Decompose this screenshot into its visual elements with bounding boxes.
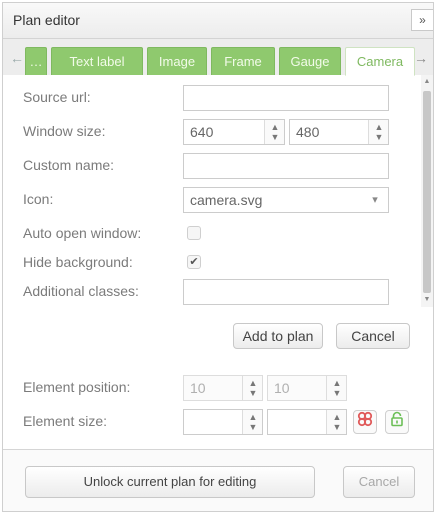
spin-up-icon[interactable]: ▲: [268, 122, 282, 132]
window-width-input[interactable]: 640 ▲ ▼: [183, 119, 285, 145]
panel-title: Plan editor: [13, 12, 80, 28]
tab-frame[interactable]: Frame: [211, 47, 275, 75]
icon-label: Icon:: [23, 191, 54, 207]
element-size-label: Element size:: [23, 413, 108, 429]
window-height-spinner[interactable]: ▲ ▼: [368, 120, 388, 144]
element-x-value: 10: [190, 380, 206, 396]
window-height-input[interactable]: 480 ▲ ▼: [289, 119, 389, 145]
source-url-label: Source url:: [23, 89, 91, 105]
scroll-down-icon[interactable]: ▼: [422, 295, 432, 305]
footer-cancel-button[interactable]: Cancel: [343, 466, 415, 498]
element-width-spinner[interactable]: ▲ ▼: [242, 410, 262, 434]
spin-up-icon[interactable]: ▲: [330, 412, 344, 422]
custom-name-label: Custom name:: [23, 157, 115, 173]
window-size-label: Window size:: [23, 123, 106, 139]
tab-text-label[interactable]: Text label: [51, 47, 143, 75]
spin-down-icon[interactable]: ▼: [372, 132, 386, 142]
window-width-spinner[interactable]: ▲ ▼: [264, 120, 284, 144]
tab-image[interactable]: Image: [147, 47, 207, 75]
title-bar: Plan editor »: [3, 3, 433, 39]
spin-up-icon[interactable]: ▲: [372, 122, 386, 132]
footer: Unlock current plan for editing Cancel: [3, 449, 433, 511]
element-height-input[interactable]: ▲ ▼: [267, 409, 347, 435]
add-to-plan-button[interactable]: Add to plan: [233, 323, 323, 349]
spin-down-icon[interactable]: ▼: [330, 388, 344, 398]
spin-down-icon[interactable]: ▼: [330, 422, 344, 432]
spin-down-icon[interactable]: ▼: [246, 422, 260, 432]
chevron-down-icon[interactable]: ▾: [362, 188, 388, 212]
unlock-plan-button[interactable]: Unlock current plan for editing: [25, 466, 315, 498]
element-width-input[interactable]: ▲ ▼: [183, 409, 263, 435]
auto-open-window-checkbox[interactable]: [187, 226, 201, 240]
spin-up-icon[interactable]: ▲: [246, 412, 260, 422]
scroll-up-icon[interactable]: ▲: [422, 77, 432, 87]
tab-previous[interactable]: …: [25, 47, 47, 75]
source-url-input[interactable]: [183, 85, 389, 111]
additional-classes-label: Additional classes:: [23, 283, 139, 299]
tab-scroll-left-icon[interactable]: ←: [9, 49, 25, 67]
auto-open-window-label: Auto open window:: [23, 225, 142, 241]
spin-down-icon[interactable]: ▼: [246, 388, 260, 398]
element-position-label: Element position:: [23, 379, 131, 395]
tab-strip: ← … Text label Image Frame Gauge Camera …: [3, 39, 433, 76]
custom-name-input[interactable]: [183, 153, 389, 179]
plan-editor-panel: Plan editor » ← … Text label Image Frame…: [2, 2, 434, 512]
element-y-input[interactable]: 10 ▲ ▼: [267, 375, 347, 401]
spin-up-icon[interactable]: ▲: [246, 378, 260, 388]
element-x-spinner[interactable]: ▲ ▼: [242, 376, 262, 400]
lock-glyph: [391, 411, 403, 427]
icon-select-value: camera.svg: [190, 192, 263, 208]
scroll-thumb[interactable]: [423, 91, 431, 293]
hide-background-label: Hide background:: [23, 254, 133, 270]
lock-icon[interactable]: [385, 410, 409, 434]
element-x-input[interactable]: 10 ▲ ▼: [183, 375, 263, 401]
unlink-icon[interactable]: [353, 410, 377, 434]
spin-down-icon[interactable]: ▼: [268, 132, 282, 142]
tab-gauge[interactable]: Gauge: [279, 47, 341, 75]
cancel-button[interactable]: Cancel: [336, 323, 410, 349]
collapse-button[interactable]: »: [411, 9, 433, 31]
icon-select[interactable]: camera.svg ▾: [183, 187, 389, 213]
window-width-value: 640: [190, 124, 214, 140]
element-y-spinner[interactable]: ▲ ▼: [326, 376, 346, 400]
element-height-spinner[interactable]: ▲ ▼: [326, 410, 346, 434]
spin-up-icon[interactable]: ▲: [330, 378, 344, 388]
tab-scroll-right-icon[interactable]: →: [413, 49, 429, 67]
tab-camera[interactable]: Camera: [345, 47, 415, 76]
camera-form: Source url: Window size: 640 ▲ ▼ 480 ▲ ▼…: [3, 75, 433, 307]
additional-classes-input[interactable]: [183, 279, 389, 305]
form-scrollbar[interactable]: ▲ ▼: [421, 75, 433, 307]
window-height-value: 480: [296, 124, 320, 140]
hide-background-checkbox[interactable]: ✔: [187, 255, 201, 269]
unlink-glyph: [357, 411, 373, 427]
element-y-value: 10: [274, 380, 290, 396]
